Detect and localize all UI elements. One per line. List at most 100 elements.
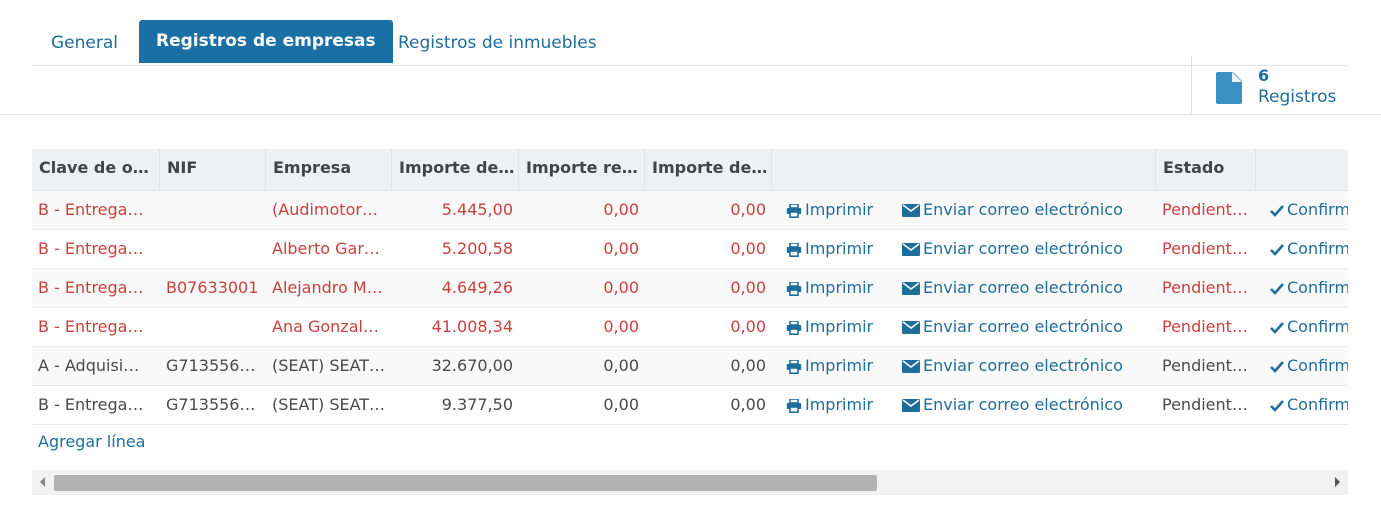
print-button[interactable]: Imprimir: [786, 386, 873, 424]
records-label: Registros: [1258, 87, 1337, 107]
table-row[interactable]: B - Entrega… B07633001 Alejandro M… 4.649,2…: [32, 269, 1348, 308]
cell-importe-3[interactable]: 0,00: [645, 191, 772, 229]
cell-clave[interactable]: B - Entrega…: [32, 269, 160, 307]
cell-importe-1[interactable]: 5.445,00: [392, 191, 519, 229]
print-label: Imprimir: [805, 395, 874, 414]
scrollbar-thumb[interactable]: [54, 475, 877, 491]
confirm-button[interactable]: Confirm: [1270, 230, 1348, 268]
print-label: Imprimir: [805, 356, 874, 375]
cell-clave[interactable]: B - Entrega…: [32, 191, 160, 229]
confirm-button[interactable]: Confirm: [1270, 386, 1348, 424]
cell-nif[interactable]: G7135565…: [160, 386, 266, 424]
send-email-button[interactable]: Enviar correo electrónico: [902, 386, 1123, 424]
header-importe-1[interactable]: Importe de…: [392, 149, 519, 190]
send-email-button[interactable]: Enviar correo electrónico: [902, 230, 1123, 268]
header-clave[interactable]: Clave de o…: [32, 149, 160, 190]
cell-clave[interactable]: B - Entrega…: [32, 386, 160, 424]
table-row[interactable]: B - Entrega… Alberto Gar… 5.200,58 0,00 0,00…: [32, 230, 1348, 269]
cell-estado[interactable]: Pendient…: [1156, 347, 1256, 385]
header-importe-3[interactable]: Importe de…: [645, 149, 772, 190]
cell-empresa[interactable]: Alejandro M…: [266, 269, 392, 307]
table-row[interactable]: B - Entrega… Ana Gonzal… 41.008,34 0,00 0,00…: [32, 308, 1348, 347]
header-estado[interactable]: Estado: [1156, 149, 1256, 190]
confirm-button[interactable]: Confirm: [1270, 269, 1348, 307]
tab-general[interactable]: General: [34, 20, 135, 63]
cell-importe-3[interactable]: 0,00: [645, 386, 772, 424]
printer-icon: [786, 317, 805, 336]
cell-importe-2[interactable]: 0,00: [519, 347, 645, 385]
confirm-button[interactable]: Confirm: [1270, 347, 1348, 385]
tab-bar: General Registros de empresas Registros …: [32, 20, 1348, 66]
tab-registros-inmuebles[interactable]: Registros de inmuebles: [381, 20, 614, 63]
print-button[interactable]: Imprimir: [786, 308, 873, 346]
cell-importe-2[interactable]: 0,00: [519, 230, 645, 268]
cell-empresa[interactable]: Ana Gonzal…: [266, 308, 392, 346]
cell-estado[interactable]: Pendient…: [1156, 386, 1256, 424]
tab-registros-empresas[interactable]: Registros de empresas: [139, 20, 393, 63]
cell-clave[interactable]: B - Entrega…: [32, 308, 160, 346]
confirm-button[interactable]: Confirm: [1270, 191, 1348, 229]
cell-estado[interactable]: Pendient…: [1156, 230, 1256, 268]
cell-importe-2[interactable]: 0,00: [519, 269, 645, 307]
cell-importe-3[interactable]: 0,00: [645, 269, 772, 307]
check-icon: [1270, 200, 1287, 219]
send-email-button[interactable]: Enviar correo electrónico: [902, 269, 1123, 307]
confirm-label: Confirm: [1287, 278, 1348, 297]
cell-importe-1[interactable]: 9.377,50: [392, 386, 519, 424]
envelope-icon: [902, 239, 923, 258]
table-row[interactable]: B - Entrega… (Audimotor… 5.445,00 0,00 0,00 I…: [32, 191, 1348, 230]
printer-icon: [786, 239, 805, 258]
cell-clave[interactable]: A - Adquisi…: [32, 347, 160, 385]
cell-clave[interactable]: B - Entrega…: [32, 230, 160, 268]
print-button[interactable]: Imprimir: [786, 269, 873, 307]
scroll-left-icon[interactable]: [40, 477, 45, 487]
cell-empresa[interactable]: (SEAT) SEAT…: [266, 386, 392, 424]
email-label: Enviar correo electrónico: [923, 278, 1123, 297]
email-label: Enviar correo electrónico: [923, 200, 1123, 219]
cell-estado[interactable]: Pendient…: [1156, 191, 1256, 229]
print-label: Imprimir: [805, 200, 874, 219]
cell-importe-3[interactable]: 0,00: [645, 230, 772, 268]
cell-empresa[interactable]: (SEAT) SEAT…: [266, 347, 392, 385]
add-line-link[interactable]: Agregar línea: [38, 432, 145, 451]
print-button[interactable]: Imprimir: [786, 191, 873, 229]
cell-estado[interactable]: Pendient…: [1156, 269, 1256, 307]
table-header: Clave de o… NIF Empresa Importe de… Impo…: [32, 149, 1348, 191]
table-row[interactable]: A - Adquisi… G7135565… (SEAT) SEAT… 32.670,…: [32, 347, 1348, 386]
cell-empresa[interactable]: (Audimotor…: [266, 191, 392, 229]
cell-importe-3[interactable]: 0,00: [645, 347, 772, 385]
send-email-button[interactable]: Enviar correo electrónico: [902, 191, 1123, 229]
cell-nif[interactable]: G7135565…: [160, 347, 266, 385]
cell-importe-1[interactable]: 5.200,58: [392, 230, 519, 268]
header-importe-2[interactable]: Importe re…: [519, 149, 645, 190]
confirm-label: Confirm: [1287, 395, 1348, 414]
print-button[interactable]: Imprimir: [786, 347, 873, 385]
cell-nif[interactable]: [160, 230, 266, 268]
horizontal-scrollbar[interactable]: [32, 470, 1348, 495]
send-email-button[interactable]: Enviar correo electrónico: [902, 308, 1123, 346]
cell-nif[interactable]: [160, 191, 266, 229]
table-row[interactable]: B - Entrega… G7135565… (SEAT) SEAT… 9.377,5…: [32, 386, 1348, 425]
print-button[interactable]: Imprimir: [786, 230, 873, 268]
cell-nif[interactable]: [160, 308, 266, 346]
header-empresa[interactable]: Empresa: [266, 149, 392, 190]
print-label: Imprimir: [805, 278, 874, 297]
cell-estado[interactable]: Pendient…: [1156, 308, 1256, 346]
cell-importe-2[interactable]: 0,00: [519, 191, 645, 229]
cell-nif[interactable]: B07633001: [160, 269, 266, 307]
confirm-button[interactable]: Confirm: [1270, 308, 1348, 346]
cell-empresa[interactable]: Alberto Gar…: [266, 230, 392, 268]
send-email-button[interactable]: Enviar correo electrónico: [902, 347, 1123, 385]
cell-importe-2[interactable]: 0,00: [519, 386, 645, 424]
cell-importe-1[interactable]: 41.008,34: [392, 308, 519, 346]
check-icon: [1270, 239, 1287, 258]
cell-importe-2[interactable]: 0,00: [519, 308, 645, 346]
email-label: Enviar correo electrónico: [923, 317, 1123, 336]
scroll-right-icon[interactable]: [1335, 477, 1340, 487]
records-stat-button[interactable]: 6 Registros: [1213, 66, 1348, 110]
cell-importe-1[interactable]: 4.649,26: [392, 269, 519, 307]
companies-table: Clave de o… NIF Empresa Importe de… Impo…: [32, 149, 1348, 462]
cell-importe-1[interactable]: 32.670,00: [392, 347, 519, 385]
cell-importe-3[interactable]: 0,00: [645, 308, 772, 346]
header-nif[interactable]: NIF: [160, 149, 266, 190]
